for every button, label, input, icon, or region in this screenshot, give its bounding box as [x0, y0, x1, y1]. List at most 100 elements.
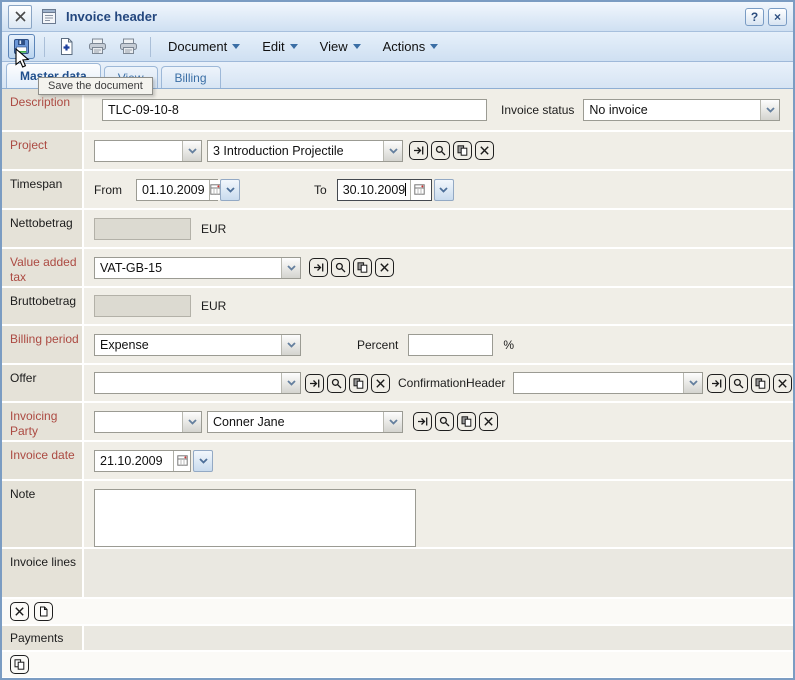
- menu-label: Actions: [383, 39, 426, 54]
- from-date-input[interactable]: 01.10.2009: [136, 179, 218, 201]
- date-dropdown-button[interactable]: [220, 179, 240, 201]
- master-data-form: Description TLC-09-10-8 Invoice status N…: [2, 89, 793, 680]
- search-button[interactable]: [729, 374, 748, 393]
- project-row: Project 3 Introduction Projectile: [2, 132, 793, 171]
- tab-billing[interactable]: Billing: [161, 66, 221, 88]
- search-icon: [331, 378, 342, 389]
- copy-button[interactable]: [453, 141, 472, 160]
- project-select-1[interactable]: [94, 140, 202, 162]
- copy-button[interactable]: [457, 412, 476, 431]
- menu-document[interactable]: Document: [160, 39, 248, 54]
- invoicing-party-select-1[interactable]: [94, 411, 202, 433]
- select-value: Conner Jane: [208, 412, 383, 432]
- copy-button[interactable]: [349, 374, 368, 393]
- chevron-down-icon: [182, 412, 201, 432]
- close-document-button[interactable]: [8, 5, 32, 29]
- close-window-button[interactable]: ×: [768, 8, 787, 26]
- copy-icon: [357, 262, 368, 273]
- confirmation-header-select[interactable]: [513, 372, 703, 394]
- copy-payment-button[interactable]: [10, 655, 29, 674]
- project-select-2[interactable]: 3 Introduction Projectile: [207, 140, 403, 162]
- select-value: [95, 373, 281, 393]
- calendar-button[interactable]: [209, 180, 221, 200]
- invoice-date-input[interactable]: 21.10.2009: [94, 450, 191, 472]
- chevron-down-icon: [683, 373, 702, 393]
- main-toolbar: Document Edit View Actions: [2, 32, 793, 62]
- offer-select[interactable]: [94, 372, 301, 394]
- copy-icon: [461, 416, 472, 427]
- chevron-down-icon: [182, 141, 201, 161]
- print-button[interactable]: [85, 35, 110, 59]
- goto-icon: [313, 262, 324, 273]
- from-label: From: [94, 183, 122, 197]
- select-value: No invoice: [584, 100, 760, 120]
- vat-row: Value added tax VAT-GB-15: [2, 249, 793, 288]
- new-document-icon: [57, 37, 76, 56]
- invoicing-party-label: Invoicing Party: [2, 403, 84, 440]
- menu-label: Edit: [262, 39, 284, 54]
- goto-icon: [711, 378, 722, 389]
- date-dropdown-button[interactable]: [434, 179, 454, 201]
- clear-button[interactable]: [475, 141, 494, 160]
- payments-row: Payments: [2, 626, 793, 652]
- note-textarea[interactable]: [94, 489, 416, 547]
- timespan-label: Timespan: [2, 171, 84, 208]
- calendar-button[interactable]: [410, 180, 427, 200]
- calendar-icon: [414, 184, 425, 195]
- vat-select[interactable]: VAT-GB-15: [94, 257, 301, 279]
- vat-label: Value added tax: [2, 249, 84, 286]
- copy-button[interactable]: [353, 258, 372, 277]
- chevron-down-icon: [439, 187, 448, 193]
- invoice-status-select[interactable]: No invoice: [583, 99, 780, 121]
- search-icon: [733, 378, 744, 389]
- search-icon: [435, 145, 446, 156]
- date-dropdown-button[interactable]: [193, 450, 213, 472]
- delete-line-button[interactable]: [10, 602, 29, 621]
- invoicing-party-select-2[interactable]: Conner Jane: [207, 411, 403, 433]
- nettobetrag-input: [94, 218, 191, 240]
- to-date-input[interactable]: 30.10.2009: [337, 179, 432, 201]
- goto-button[interactable]: [413, 412, 432, 431]
- menu-edit[interactable]: Edit: [254, 39, 305, 54]
- chevron-down-icon: [199, 458, 208, 464]
- select-value: VAT-GB-15: [95, 258, 281, 278]
- menu-actions[interactable]: Actions: [375, 39, 447, 54]
- menu-view[interactable]: View: [312, 39, 369, 54]
- print-preview-button[interactable]: [116, 35, 141, 59]
- description-input[interactable]: TLC-09-10-8: [102, 99, 487, 121]
- floppy-disk-icon: [13, 38, 30, 55]
- payments-label: Payments: [2, 626, 84, 650]
- search-button[interactable]: [431, 141, 450, 160]
- goto-button[interactable]: [707, 374, 726, 393]
- chevron-down-icon: [760, 100, 779, 120]
- goto-button[interactable]: [305, 374, 324, 393]
- goto-button[interactable]: [409, 141, 428, 160]
- bruttobetrag-row: Bruttobetrag EUR: [2, 288, 793, 326]
- new-document-button[interactable]: [54, 35, 79, 59]
- bruttobetrag-input: [94, 295, 191, 317]
- percent-input[interactable]: [408, 334, 493, 356]
- nettobetrag-label: Nettobetrag: [2, 210, 84, 247]
- help-button[interactable]: ?: [745, 8, 764, 26]
- calendar-button[interactable]: [173, 451, 190, 471]
- payments-toolbar: [2, 652, 793, 679]
- goto-button[interactable]: [309, 258, 328, 277]
- search-button[interactable]: [327, 374, 346, 393]
- search-button[interactable]: [331, 258, 350, 277]
- new-line-button[interactable]: [34, 602, 53, 621]
- save-button[interactable]: [8, 34, 35, 59]
- billing-period-select[interactable]: Expense: [94, 334, 301, 356]
- clear-button[interactable]: [479, 412, 498, 431]
- copy-button[interactable]: [751, 374, 770, 393]
- bruttobetrag-label: Bruttobetrag: [2, 288, 84, 324]
- search-icon: [335, 262, 346, 273]
- date-value: 01.10.2009: [142, 183, 205, 197]
- search-button[interactable]: [435, 412, 454, 431]
- select-value: [514, 373, 683, 393]
- printer-icon: [87, 38, 108, 55]
- clear-button[interactable]: [773, 374, 792, 393]
- clear-button[interactable]: [371, 374, 390, 393]
- payments-area: [84, 626, 793, 650]
- clear-button[interactable]: [375, 258, 394, 277]
- project-label: Project: [2, 132, 84, 169]
